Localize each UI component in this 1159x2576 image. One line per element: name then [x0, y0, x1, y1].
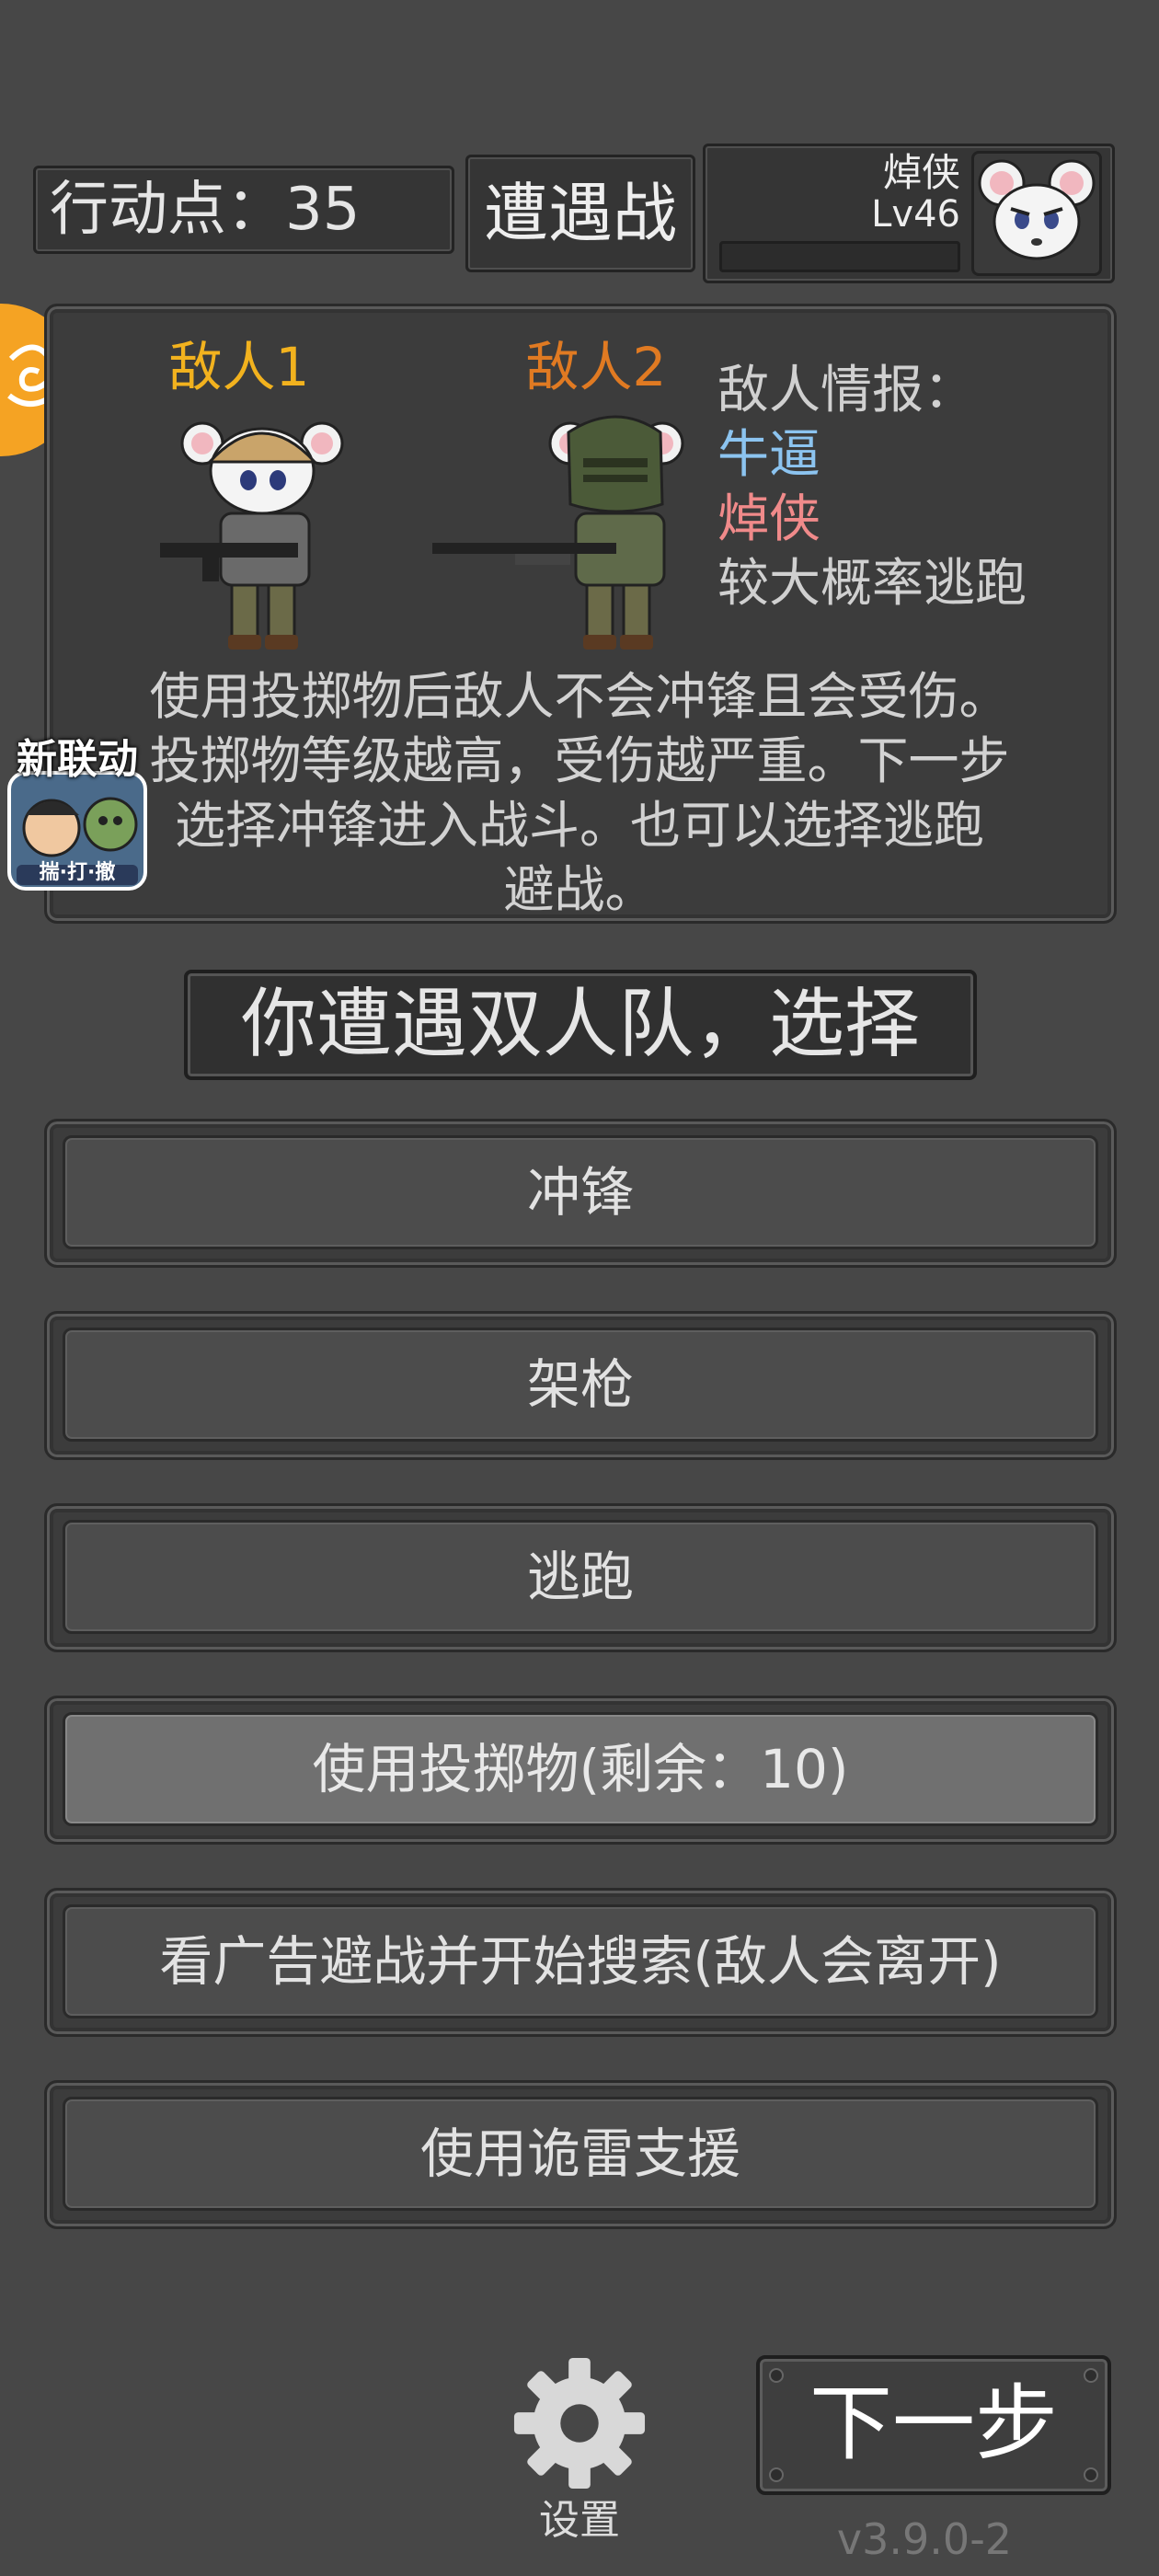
settings-button[interactable]	[511, 2355, 648, 2491]
experience-bar	[719, 241, 960, 272]
mouse-avatar-icon	[978, 159, 1096, 260]
enemy-intel-line: 焯侠	[717, 489, 820, 549]
hint-line: 选择冲锋进入战斗。也可以选择逃跑	[174, 796, 984, 855]
use-trap-support-button[interactable]: 使用诡雷支援	[63, 2097, 1098, 2211]
collab-subtitle: 揣·打·撤	[39, 861, 116, 884]
use-throwable-button[interactable]: 使用投掷物(剩余：10)	[63, 1712, 1098, 1826]
hint-line: 投掷物等级越高，受伤越严重。下一步	[149, 731, 1010, 790]
encounter-message: 你遭遇双人队，选择	[240, 981, 920, 1068]
hint-line: 使用投掷物后敌人不会冲锋且会受伤。	[149, 667, 1010, 726]
settings-label: 设置	[539, 2497, 620, 2544]
enemy2-soldier-sprite[interactable]	[432, 405, 690, 653]
enemy-intel-title: 敌人情报：	[717, 361, 975, 420]
next-step-label[interactable]: 下一步	[756, 2355, 1111, 2495]
encounter-title: 遭遇战	[484, 176, 677, 251]
gear-icon	[513, 2357, 646, 2490]
hold-position-button[interactable]: 架枪	[63, 1328, 1098, 1442]
enemy1-soldier-sprite[interactable]	[147, 405, 350, 653]
enemy2-label: 敌人2	[525, 336, 667, 398]
version-label: v3.9.0-2	[836, 2514, 1013, 2564]
action-points-label: 行动点：35	[50, 176, 361, 244]
battle-hint-text: 使用投掷物后敌人不会冲锋且会受伤。 投掷物等级越高，受伤越严重。下一步 选择冲锋…	[74, 664, 1085, 922]
collab-title: 新联动	[17, 736, 138, 783]
flee-button[interactable]: 逃跑	[63, 1520, 1098, 1634]
player-name: 焯侠	[882, 150, 960, 195]
player-level: Lv46	[871, 193, 960, 236]
charge-button[interactable]: 冲锋	[63, 1135, 1098, 1249]
enemy-intel-line: 牛逼	[717, 425, 820, 485]
enemy1-label: 敌人1	[168, 336, 310, 398]
watch-ad-avoid-button[interactable]: 看广告避战并开始搜索(敌人会离开)	[63, 1904, 1098, 2018]
player-avatar[interactable]	[971, 151, 1102, 276]
hint-line: 避战。	[503, 860, 656, 919]
enemy-intel-line: 较大概率逃跑	[717, 554, 1027, 614]
